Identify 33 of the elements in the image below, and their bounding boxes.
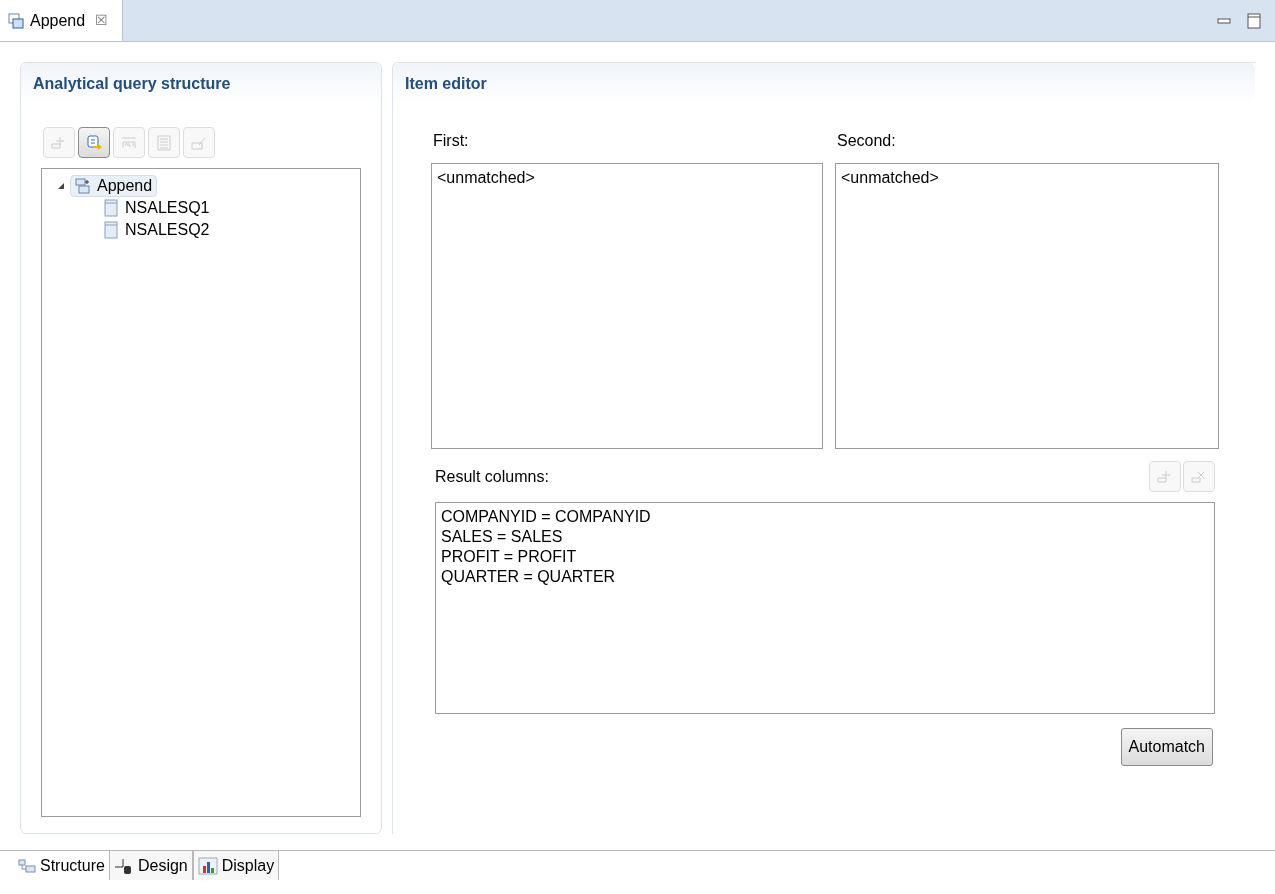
expression-icon xyxy=(85,133,103,152)
table-icon xyxy=(103,221,119,239)
tree-item[interactable]: NSALESQ1 xyxy=(98,197,215,219)
list-item[interactable]: QUARTER = QUARTER xyxy=(441,567,616,587)
list-icon xyxy=(155,133,173,152)
design-icon xyxy=(113,856,134,875)
bar-chart-icon xyxy=(197,856,218,875)
editor-tab[interactable]: Append ☒ xyxy=(0,0,124,41)
expanded-arrow-icon[interactable] xyxy=(57,182,65,190)
field-label: Result columns: xyxy=(435,466,549,487)
maximize-icon[interactable] xyxy=(1247,12,1261,29)
window-icon xyxy=(8,12,24,29)
tables-icon xyxy=(75,178,91,194)
list-box[interactable]: <unmatched> xyxy=(835,163,1219,449)
bottom-tab[interactable]: Design xyxy=(108,851,193,880)
field-label: Second: xyxy=(837,131,897,151)
automatch-button[interactable]: Automatch xyxy=(1120,728,1213,766)
field-label: First: xyxy=(433,131,470,151)
tree-item[interactable]: Append xyxy=(70,175,158,197)
list-item[interactable]: PROFIT = PROFIT xyxy=(441,547,577,567)
toolbar-button[interactable] xyxy=(78,127,110,158)
bottom-tab[interactable]: Display xyxy=(192,851,280,880)
list-item[interactable]: <unmatched> xyxy=(841,168,939,188)
list-box[interactable]: COMPANYID = COMPANYID SALES = SALES PROFIT = PROFIT QUARTER = QUARTER xyxy=(435,502,1215,714)
table-icon xyxy=(103,199,119,217)
list-box[interactable]: <unmatched> xyxy=(431,163,823,449)
close-button[interactable]: ☒ xyxy=(95,10,109,31)
list-item[interactable]: COMPANYID = COMPANYID xyxy=(441,507,651,527)
list-item[interactable]: SALES = SALES xyxy=(441,527,563,547)
list-item[interactable]: <unmatched> xyxy=(437,168,535,188)
minimize-icon[interactable] xyxy=(1217,17,1231,24)
tree-item[interactable]: NSALESQ2 xyxy=(98,219,215,241)
structure-icon xyxy=(18,857,36,874)
